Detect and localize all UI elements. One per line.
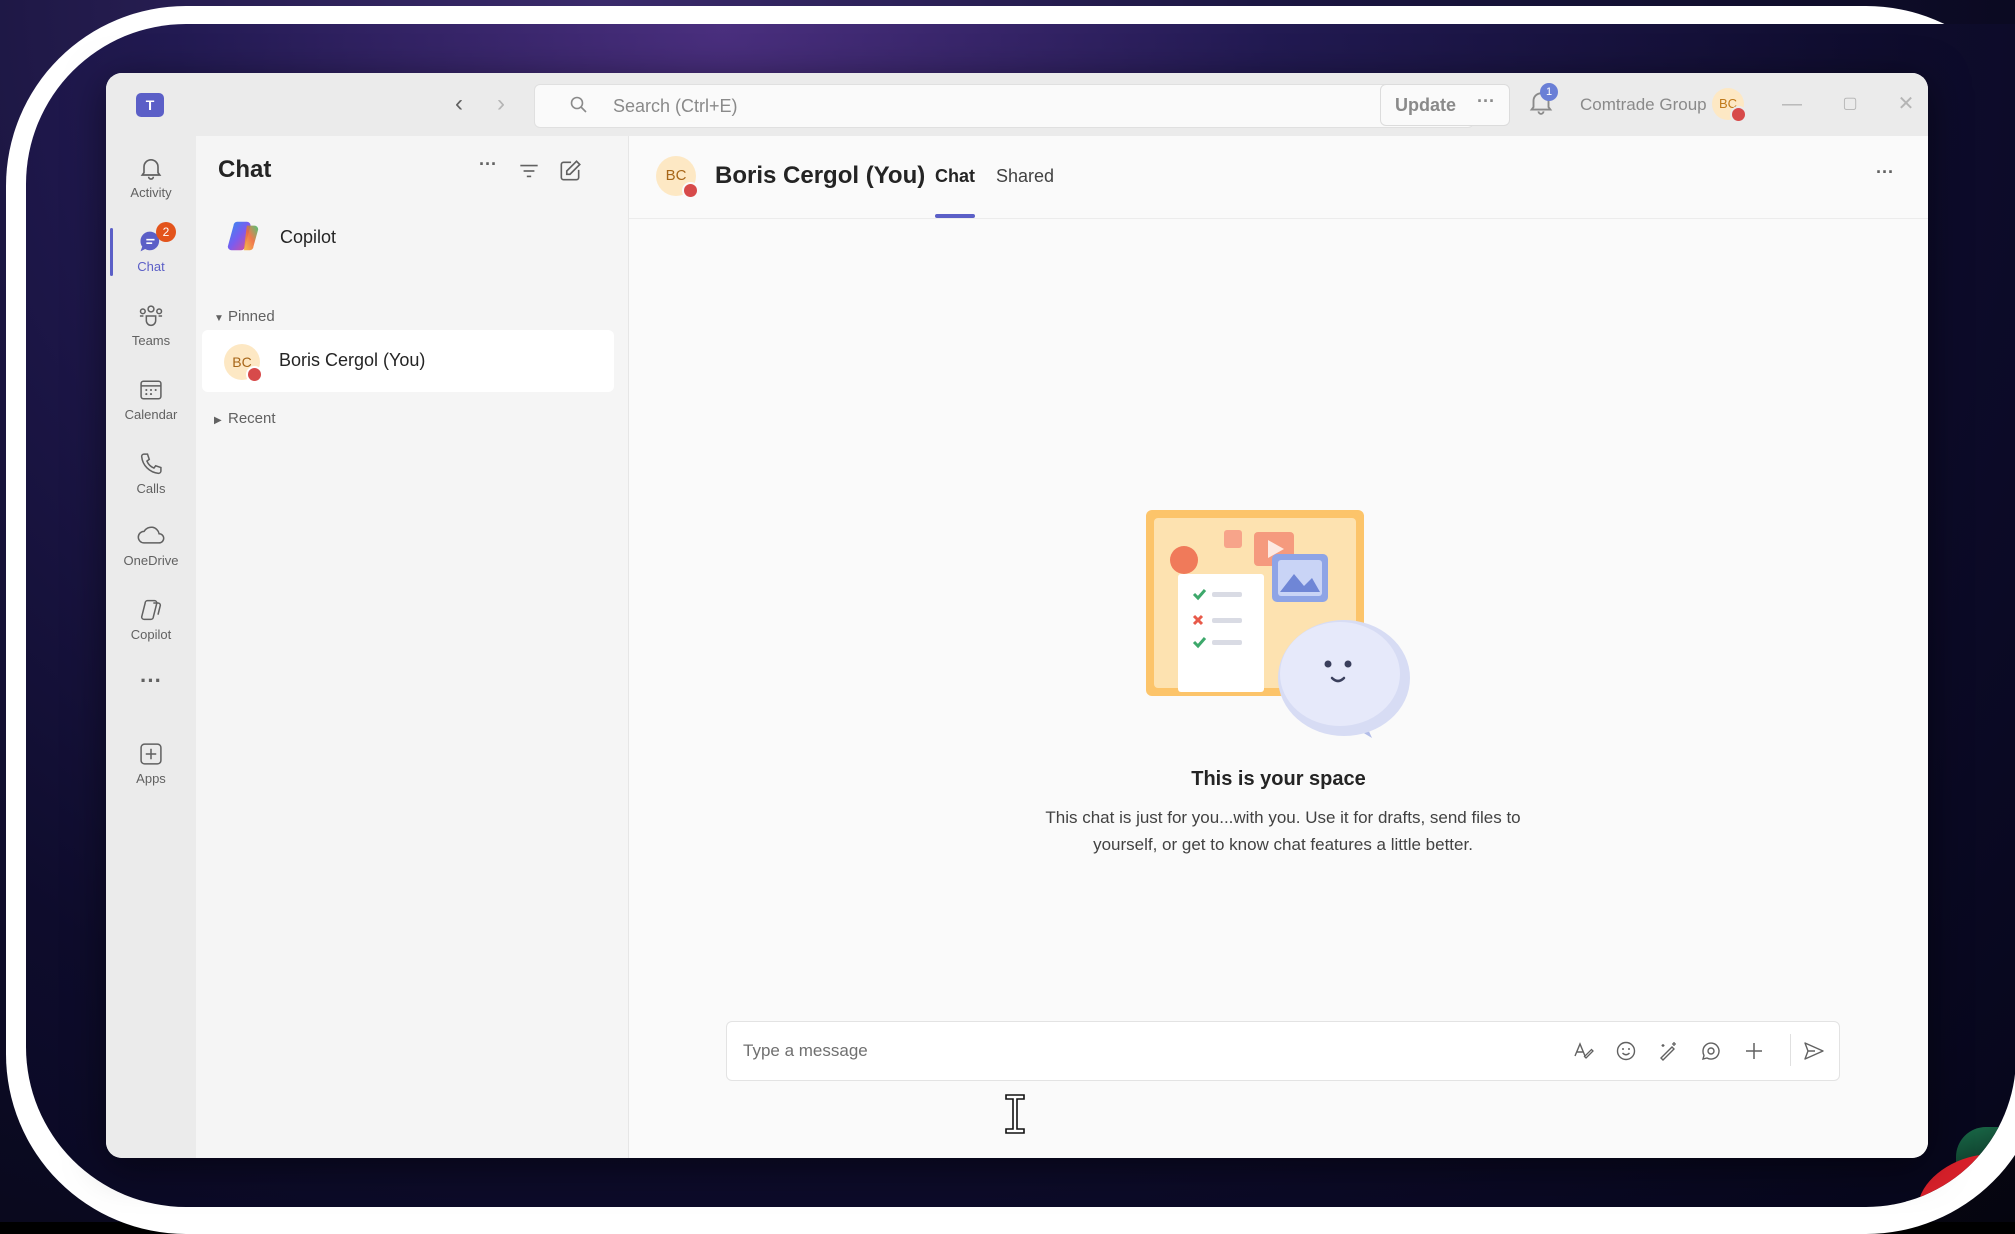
avatar[interactable]: BC xyxy=(656,156,699,199)
rail-label-chat: Chat xyxy=(137,259,165,274)
profile-avatar[interactable]: BC xyxy=(1712,88,1747,123)
caret-right-icon: ▶ xyxy=(214,415,222,426)
rail-label-onedrive: OneDrive xyxy=(123,553,179,568)
copilot-logo-icon xyxy=(227,221,259,251)
add-apps-icon xyxy=(140,743,162,765)
pinned-section-header[interactable]: ▼ Pinned xyxy=(214,308,275,325)
app-rail: Activity 2 Chat Teams Calendar Calls One… xyxy=(106,136,196,1158)
chat-list-pane: Chat ··· Copilot ▼ Pinned BC Boris Cergo… xyxy=(196,136,629,1158)
search-input[interactable]: Search (Ctrl+E) xyxy=(534,84,1474,128)
rail-label-copilot: Copilot xyxy=(130,627,172,642)
rail-label-calendar: Calendar xyxy=(124,407,178,422)
rail-label-teams: Teams xyxy=(131,333,171,348)
update-button[interactable]: Update ··· xyxy=(1380,84,1510,126)
copilot-icon xyxy=(140,599,162,621)
busy-status-icon xyxy=(682,182,699,199)
rail-item-calendar[interactable]: Calendar xyxy=(106,368,196,434)
update-more-icon[interactable]: ··· xyxy=(1477,91,1495,112)
org-name[interactable]: Comtrade Group xyxy=(1580,95,1707,115)
filter-icon[interactable] xyxy=(516,158,542,184)
cloud-icon xyxy=(137,526,165,544)
caret-down-icon: ▼ xyxy=(214,313,224,324)
empty-state-description: This chat is just for you...with you. Us… xyxy=(1045,808,1521,854)
close-button[interactable]: ✕ xyxy=(1892,91,1920,119)
text-cursor-icon xyxy=(1005,1094,1025,1134)
composer-divider xyxy=(1790,1034,1791,1066)
chat-header-name: Boris Cergol (You) xyxy=(715,162,926,189)
teams-window: T ‹ › Search (Ctrl+E) Update ··· 1 Comtr… xyxy=(106,73,1928,1158)
active-tab-indicator xyxy=(935,214,975,218)
title-bar: T ‹ › Search (Ctrl+E) Update ··· 1 Comtr… xyxy=(106,73,1928,136)
copilot-chat-name: Copilot xyxy=(280,227,337,247)
avatar-initials: BC xyxy=(665,167,687,184)
chat-item-name: Boris Cergol (You) xyxy=(279,350,426,370)
update-label: Update xyxy=(1395,95,1457,115)
chat-header: BC Boris Cergol (You) Chat Shared ··· xyxy=(629,136,1928,219)
restore-button[interactable]: ▢ xyxy=(1836,91,1864,119)
new-chat-icon[interactable] xyxy=(557,158,583,184)
teams-icon xyxy=(139,305,163,327)
rail-item-more[interactable]: ··· xyxy=(106,666,196,706)
busy-status-icon xyxy=(1730,106,1747,123)
teams-logo-icon: T xyxy=(136,93,164,117)
empty-state-illustration xyxy=(1146,510,1410,738)
rail-item-calls[interactable]: Calls xyxy=(106,442,196,508)
rail-item-copilot[interactable]: Copilot xyxy=(106,588,196,654)
avatar: BC xyxy=(224,344,263,383)
notification-badge: 1 xyxy=(1540,83,1558,101)
rail-label-apps: Apps xyxy=(136,771,166,786)
copilot-chat-item[interactable]: Copilot xyxy=(196,208,628,264)
recent-label: Recent xyxy=(228,410,276,427)
recent-section-header[interactable]: ▶ Recent xyxy=(214,410,276,427)
chat-more-options-icon[interactable]: ··· xyxy=(479,154,505,180)
minimize-button[interactable]: — xyxy=(1778,91,1806,119)
notifications-button[interactable]: 1 xyxy=(1526,83,1562,123)
rail-item-apps[interactable]: Apps xyxy=(106,732,196,798)
add-attachment-icon[interactable] xyxy=(1742,1039,1766,1063)
loop-component-icon[interactable] xyxy=(1699,1039,1723,1063)
search-placeholder: Search (Ctrl+E) xyxy=(613,96,738,116)
tab-shared[interactable]: Shared xyxy=(996,166,1054,187)
header-more-options-icon[interactable]: ··· xyxy=(1876,162,1902,188)
rail-item-teams[interactable]: Teams xyxy=(106,294,196,360)
send-icon[interactable] xyxy=(1802,1039,1826,1063)
chat-list-title: Chat xyxy=(218,156,272,183)
calendar-icon xyxy=(140,380,162,400)
rail-label-activity: Activity xyxy=(130,185,172,200)
format-text-icon[interactable] xyxy=(1572,1039,1596,1063)
tab-chat[interactable]: Chat xyxy=(935,166,975,187)
rail-item-activity[interactable]: Activity xyxy=(106,146,196,212)
bell-icon xyxy=(140,159,162,180)
emoji-icon[interactable] xyxy=(1614,1039,1638,1063)
search-icon xyxy=(570,96,587,113)
chat-list-item[interactable]: BC Boris Cergol (You) xyxy=(202,330,614,392)
more-apps-icon: ··· xyxy=(140,668,162,693)
rail-item-chat[interactable]: 2 Chat xyxy=(106,220,196,286)
pinned-label: Pinned xyxy=(228,308,275,325)
rail-item-onedrive[interactable]: OneDrive xyxy=(106,514,196,580)
message-composer[interactable]: Type a message xyxy=(726,1021,1840,1081)
forward-arrow-icon[interactable]: › xyxy=(488,91,514,119)
phone-icon xyxy=(140,453,162,475)
chat-badge: 2 xyxy=(156,222,176,242)
busy-status-icon xyxy=(246,366,263,383)
rewrite-sparkle-icon[interactable] xyxy=(1656,1039,1680,1063)
chat-main-pane: BC Boris Cergol (You) Chat Shared ··· Th… xyxy=(629,136,1928,1158)
rail-label-calls: Calls xyxy=(136,481,166,496)
message-input-placeholder: Type a message xyxy=(743,1041,868,1060)
back-arrow-icon[interactable]: ‹ xyxy=(446,91,472,119)
empty-state-title: This is your space xyxy=(1191,768,1366,790)
